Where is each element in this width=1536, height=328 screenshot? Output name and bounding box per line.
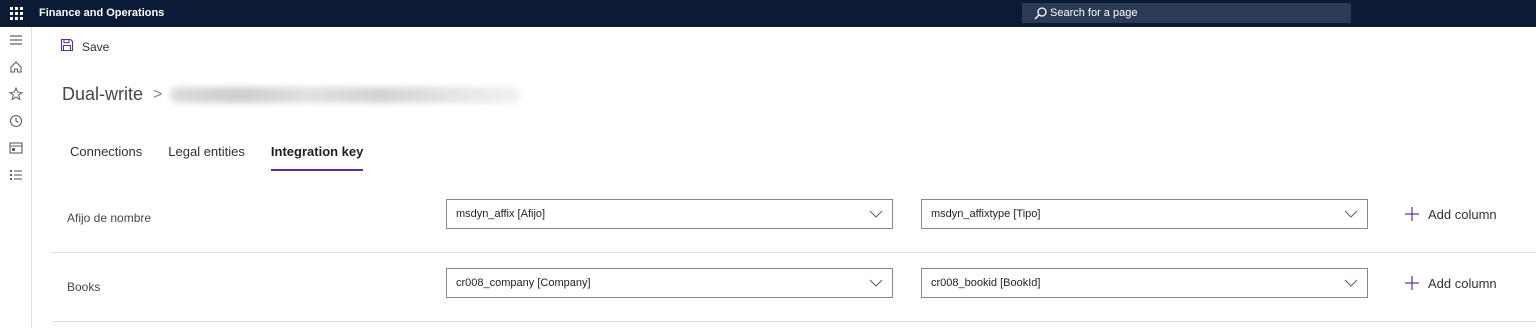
clock-icon[interactable] — [7, 112, 25, 130]
save-button[interactable]: Save — [60, 37, 109, 57]
key-field-value: msdyn_affixtype [Tipo] — [931, 208, 1041, 220]
app-title[interactable]: Finance and Operations — [39, 7, 164, 19]
tab-bar: Connections Legal entities Integration k… — [60, 140, 373, 172]
save-icon — [60, 38, 74, 57]
chevron-down-icon — [869, 279, 883, 287]
key-field-dropdown[interactable]: cr008_company [Company] — [446, 268, 893, 298]
key-field-dropdown[interactable]: msdyn_affixtype [Tipo] — [921, 199, 1368, 229]
search-input[interactable]: Search for a page — [1022, 3, 1351, 23]
save-label: Save — [82, 40, 110, 54]
entity-name: Books — [67, 280, 101, 294]
breadcrumb-separator: > — [153, 85, 163, 103]
top-bar: Finance and Operations Search for a page — [0, 0, 1536, 27]
table-row: Books cr008_company [Company] cr008_book… — [52, 253, 1536, 322]
home-icon[interactable] — [7, 58, 25, 76]
plus-icon — [1405, 276, 1419, 290]
chevron-down-icon — [1344, 210, 1358, 218]
add-column-button[interactable]: Add column — [1404, 272, 1497, 294]
breadcrumb: Dual-write > — [62, 84, 521, 105]
add-column-label: Add column — [1428, 275, 1497, 291]
plus-icon — [1405, 207, 1419, 221]
key-field-dropdown[interactable]: cr008_bookid [BookId] — [921, 268, 1368, 298]
tab-integration-key[interactable]: Integration key — [261, 140, 373, 172]
menu-icon[interactable] — [7, 31, 25, 49]
navigation-pane — [0, 27, 32, 328]
tab-connections[interactable]: Connections — [60, 140, 152, 172]
waffle-icon — [9, 7, 23, 20]
table-row: Afijo de nombre msdyn_affix [Afijo] msdy… — [52, 184, 1536, 253]
list-icon[interactable] — [7, 166, 25, 184]
key-field-value: cr008_company [Company] — [456, 277, 591, 289]
breadcrumb-current-redacted — [170, 86, 521, 103]
add-column-button[interactable]: Add column — [1404, 203, 1497, 225]
chevron-down-icon — [1344, 279, 1358, 287]
app-launcher-button[interactable] — [0, 0, 32, 27]
star-icon[interactable] — [7, 85, 25, 103]
chevron-down-icon — [869, 210, 883, 218]
add-column-label: Add column — [1428, 206, 1497, 222]
workspace-icon[interactable] — [7, 139, 25, 157]
key-field-value: msdyn_affix [Afijo] — [456, 208, 546, 220]
search-icon — [1034, 6, 1048, 20]
entity-name: Afijo de nombre — [67, 211, 152, 225]
key-field-dropdown[interactable]: msdyn_affix [Afijo] — [446, 199, 893, 229]
key-field-value: cr008_bookid [BookId] — [931, 277, 1041, 289]
breadcrumb-root[interactable]: Dual-write — [62, 84, 143, 105]
search-placeholder: Search for a page — [1050, 7, 1138, 19]
tab-legal-entities[interactable]: Legal entities — [158, 140, 255, 172]
